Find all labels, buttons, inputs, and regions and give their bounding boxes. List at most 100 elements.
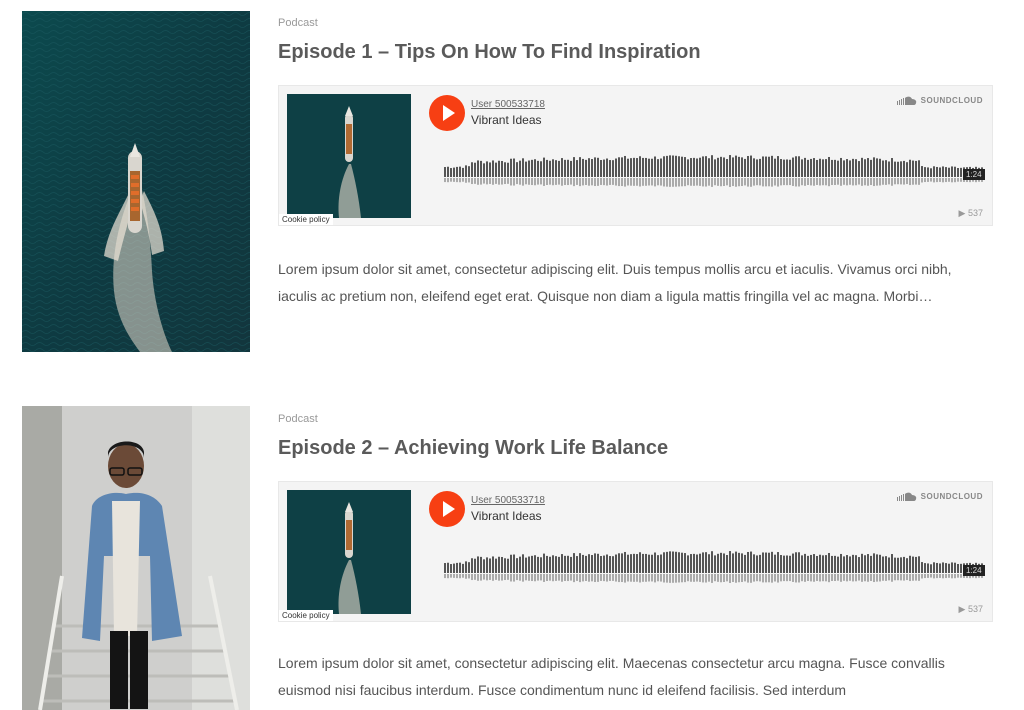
waveform-bar [498,160,500,177]
waveform-bar [675,155,677,177]
waveform-bar [654,156,656,177]
post-category[interactable]: Podcast [278,413,318,425]
waveform-reflection-bar [621,574,623,583]
play-button[interactable] [429,95,465,131]
waveform-bar [723,553,725,573]
waveform-reflection-bar [750,178,752,187]
waveform-reflection-bar [516,178,518,185]
waveform-bar [891,554,893,573]
waveform-bar [612,556,614,573]
waveform-reflection-bar [510,574,512,582]
waveform-reflection-bar [861,574,863,582]
waveform-bar [588,158,590,177]
waveform-reflection-bar [699,574,701,582]
waveform-bar [930,564,932,573]
waveform-reflection-bar [531,178,533,186]
waveform-bar [600,556,602,573]
waveform-bar [486,161,488,177]
waveform-reflection-bar [765,178,767,187]
post-title[interactable]: Episode 2 – Achieving Work Life Balance [278,437,668,460]
waveform-bar [531,555,533,573]
track-title[interactable]: Vibrant Ideas [471,509,542,523]
waveform-reflection-bar [507,178,509,184]
cookie-policy-link[interactable]: Cookie policy [279,610,333,621]
waveform-reflection-bar [813,574,815,582]
soundcloud-brand[interactable]: SOUNDCLOUD [896,96,983,105]
waveform-reflection-bar [540,178,542,185]
soundcloud-brand[interactable]: SOUNDCLOUD [896,492,983,501]
waveform-bar [639,552,641,573]
waveform-reflection-bar [849,178,851,185]
cookie-policy-link[interactable]: Cookie policy [279,214,333,225]
waveform[interactable] [444,542,985,592]
waveform-bar [456,562,458,573]
waveform-bar [471,558,473,573]
waveform-reflection-bar [837,178,839,185]
waveform-reflection-bar [960,178,962,182]
waveform-bar [816,159,818,177]
track-user-link[interactable]: User 500533718 [471,99,545,110]
waveform-reflection-bar [852,574,854,582]
waveform-bar [582,554,584,573]
waveform-reflection-bar [579,574,581,583]
waveform-bar [765,552,767,573]
post-thumbnail-person[interactable] [22,406,250,710]
post-title[interactable]: Episode 1 – Tips On How To Find Inspirat… [278,41,701,64]
waveform-reflection-bar [855,574,857,582]
track-title[interactable]: Vibrant Ideas [471,113,542,127]
waveform-bar [618,553,620,573]
waveform-bar [924,563,926,573]
waveform-bar [873,157,875,177]
play-count: ▶ 537 [958,208,983,218]
waveform-bar [513,554,515,573]
post-thumbnail-boat[interactable] [22,11,250,352]
waveform-bar [759,158,761,177]
track-artwork[interactable] [287,94,411,218]
track-user-link[interactable]: User 500533718 [471,495,545,506]
waveform-reflection-bar [594,574,596,583]
waveform-bar [768,156,770,177]
waveform-reflection-bar [852,178,854,186]
waveform-bar [909,159,911,177]
waveform-reflection-bar [567,178,569,186]
waveform-bar [489,162,491,177]
waveform-bar [585,555,587,573]
waveform-reflection-bar [669,178,671,187]
waveform-bar [960,563,962,573]
waveform-bar [690,158,692,177]
waveform-reflection-bar [489,178,491,184]
waveform-bar [852,554,854,573]
waveform-reflection-bar [480,574,482,581]
waveform-reflection-bar [570,178,572,185]
waveform-reflection-bar [714,574,716,582]
waveform-reflection-bar [636,574,638,582]
waveform-bar [795,156,797,177]
waveform[interactable] [444,146,985,196]
waveform-reflection-bar [939,178,941,182]
waveform-bar [639,156,641,177]
waveform-bar [903,556,905,573]
waveform-bar [573,157,575,177]
waveform-bar [609,160,611,177]
waveform-reflection-bar [612,574,614,581]
waveform-reflection-bar [585,178,587,186]
waveform-bar [786,159,788,177]
waveform-bar [792,553,794,573]
waveform-bar [720,552,722,573]
waveform-reflection-bar [486,178,488,185]
waveform-reflection-bar [828,178,830,187]
waveform-reflection-bar [903,574,905,581]
waveform-bar [726,159,728,177]
post-category[interactable]: Podcast [278,17,318,29]
waveform-reflection-bar [882,574,884,581]
waveform-bar [861,157,863,177]
play-button[interactable] [429,491,465,527]
waveform-reflection-bar [663,178,665,187]
track-artwork[interactable] [287,490,411,614]
waveform-reflection-bar [483,574,485,580]
waveform-reflection-bar [549,574,551,581]
waveform-reflection-bar [846,178,848,186]
waveform-reflection-bar [543,178,545,186]
waveform-reflection-bar [618,574,620,583]
waveform-bar [624,155,626,177]
